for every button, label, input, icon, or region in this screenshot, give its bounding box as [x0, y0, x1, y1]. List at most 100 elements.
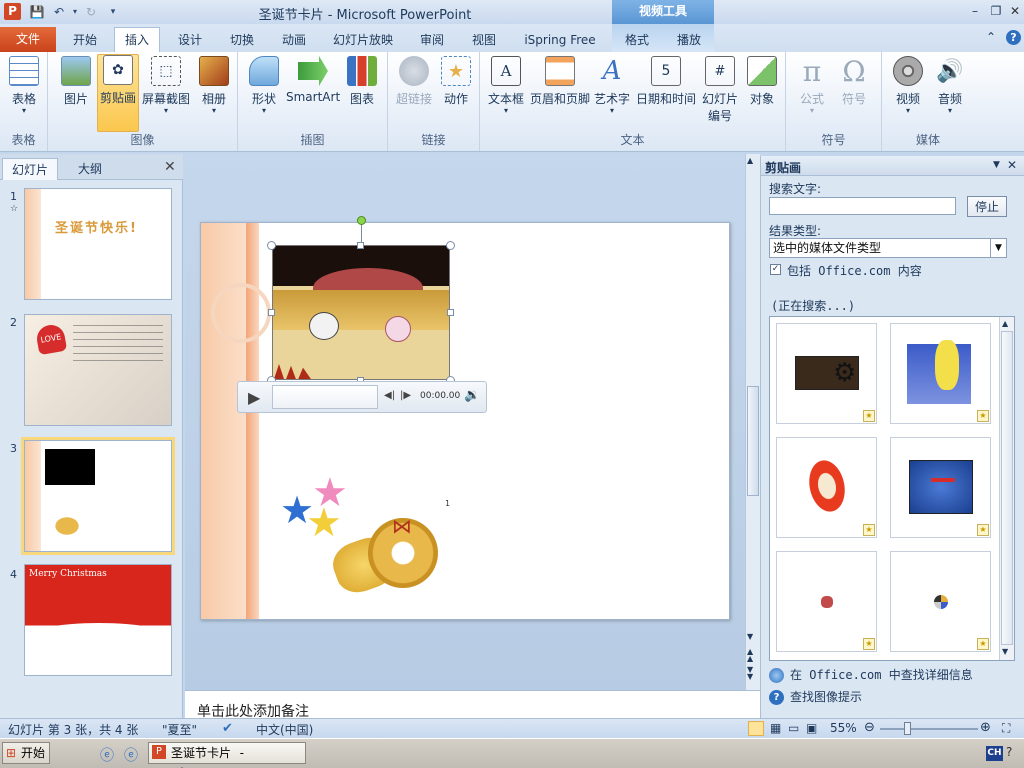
scroll-down-icon[interactable]: ▼ — [747, 632, 753, 641]
tab-design[interactable]: 设计 — [170, 28, 210, 52]
close-button[interactable]: ✕ — [1007, 3, 1023, 19]
tab-ispring[interactable]: iSpring Free — [516, 28, 604, 52]
taskbar-powerpoint-window[interactable]: P 圣诞节卡片 - Micros... — [148, 742, 306, 768]
zoom-in-icon[interactable]: ⊕ — [980, 720, 991, 735]
step-back-icon[interactable]: ◀| — [384, 390, 395, 401]
zoom-slider-thumb[interactable] — [904, 722, 911, 735]
object-button[interactable]: 对象 — [742, 56, 782, 107]
resize-handle-top-left[interactable] — [267, 241, 276, 250]
zoom-slider[interactable] — [880, 728, 978, 730]
play-icon[interactable]: ▶ — [248, 388, 260, 407]
close-pane-icon[interactable]: ✕ — [164, 159, 176, 175]
step-forward-icon[interactable]: |▶ — [400, 390, 411, 401]
spellcheck-icon[interactable]: ✔ — [222, 721, 233, 736]
next-slide-icon[interactable]: ▼ ▼ — [747, 666, 753, 681]
playback-progress-bar[interactable] — [272, 385, 378, 409]
textbox-button[interactable]: A 文本框 ▾ — [484, 56, 528, 115]
help-icon[interactable]: ? — [1006, 30, 1021, 45]
gift-box-clipart[interactable]: ★ ★ ★ ⋈ — [272, 470, 442, 610]
chevron-down-icon[interactable]: ▼ — [990, 239, 1006, 257]
tab-slides[interactable]: 幻灯片 — [2, 158, 58, 180]
symbol-button[interactable]: Ω 符号 — [834, 55, 874, 107]
stop-button[interactable]: 停止 — [967, 196, 1007, 217]
minimize-button[interactable]: – — [967, 3, 983, 19]
resize-handle-left[interactable] — [268, 309, 275, 316]
input-language-indicator[interactable]: CH — [986, 746, 1003, 761]
resize-handle-right[interactable] — [447, 309, 454, 316]
scroll-thumb[interactable] — [1001, 331, 1013, 645]
tab-animations[interactable]: 动画 — [274, 28, 314, 52]
hyperlink-button[interactable]: 超链接 — [392, 56, 436, 107]
include-office-checkbox[interactable]: ✓ — [770, 264, 781, 275]
clipart-result[interactable]: ★ — [890, 551, 991, 652]
clipart-search-input[interactable] — [769, 197, 956, 215]
clipart-result[interactable]: ★ — [776, 551, 877, 652]
tab-view[interactable]: 视图 — [464, 28, 504, 52]
slide-thumbnail-2[interactable]: LOVE — [24, 314, 172, 426]
quicklaunch-ie-icon[interactable]: ⓔ — [124, 745, 138, 765]
action-button[interactable]: ★ 动作 — [436, 56, 476, 107]
screenshot-button[interactable]: ⬚ 屏幕截图 ▾ — [140, 56, 192, 115]
normal-view-icon[interactable] — [748, 721, 764, 736]
album-button[interactable]: 相册 ▾ — [194, 56, 234, 115]
tab-transitions[interactable]: 切换 — [222, 28, 262, 52]
table-button[interactable]: 表格 ▾ — [4, 56, 44, 115]
slide-number-button[interactable]: # 幻灯片 编号 — [698, 56, 742, 124]
slide-thumbnail-4[interactable]: Merry Christmas — [24, 564, 172, 676]
clipart-button[interactable]: ✿ 剪贴画 — [97, 54, 139, 132]
pane-options-icon[interactable]: ▼ — [993, 160, 1000, 170]
tab-slideshow[interactable]: 幻灯片放映 — [326, 28, 400, 52]
tab-format[interactable]: 格式 — [616, 28, 658, 52]
chart-button[interactable]: 图表 — [342, 56, 382, 107]
slide-sorter-icon[interactable]: ▦ — [770, 721, 781, 735]
tab-home[interactable]: 开始 — [64, 28, 106, 52]
clipart-result[interactable]: ⚙ ★ — [776, 323, 877, 424]
tab-file[interactable]: 文件 — [0, 27, 56, 52]
video-button[interactable]: 视频 ▾ — [886, 56, 930, 115]
picture-button[interactable]: 图片 — [56, 56, 96, 107]
zoom-level[interactable]: 55% — [830, 721, 857, 735]
minimize-ribbon-icon[interactable]: ⌃ — [986, 30, 996, 44]
smartart-button[interactable]: SmartArt — [286, 56, 340, 104]
quicklaunch-browser-icon[interactable]: ⓔ — [100, 745, 114, 765]
tab-playback[interactable]: 播放 — [668, 28, 710, 52]
equation-button[interactable]: π 公式 ▾ — [792, 55, 832, 115]
tab-insert[interactable]: 插入 — [114, 27, 160, 52]
notes-pane[interactable]: 单击此处添加备注 — [185, 690, 760, 720]
office-com-link[interactable]: 在 Office.com 中查找详细信息 — [769, 666, 973, 683]
volume-icon[interactable]: 🔉 — [464, 388, 480, 403]
fit-to-window-icon[interactable]: ⛶ — [1002, 721, 1010, 736]
resize-handle-top[interactable] — [357, 242, 364, 249]
canvas-vertical-scrollbar[interactable]: ▲ ▼ ▲ ▲ ▼ ▼ — [745, 154, 760, 690]
slide-thumbnail-3[interactable] — [24, 440, 172, 552]
clipart-result[interactable]: ★ — [890, 437, 991, 538]
shapes-button[interactable]: 形状 ▾ — [244, 56, 284, 115]
reading-view-icon[interactable]: ▭ — [788, 721, 799, 735]
close-pane-icon[interactable]: ✕ — [1007, 158, 1017, 172]
clipart-result[interactable]: ★ — [890, 323, 991, 424]
resize-handle-top-right[interactable] — [446, 241, 455, 250]
audio-button[interactable]: 🔊 音频 ▾ — [930, 56, 970, 115]
tab-outline[interactable]: 大纲 — [66, 158, 114, 180]
scroll-down-icon[interactable]: ▼ — [1002, 647, 1008, 656]
scroll-up-icon[interactable]: ▲ — [747, 156, 753, 165]
restore-button[interactable]: ❐ — [988, 3, 1004, 19]
image-tips-link[interactable]: ? 查找图像提示 — [769, 688, 862, 705]
header-footer-button[interactable]: 页眉和页脚 — [528, 56, 592, 107]
language-status[interactable]: 中文(中国) — [256, 721, 313, 738]
wordart-button[interactable]: A 艺术字 ▾ — [592, 56, 632, 115]
tab-review[interactable]: 审阅 — [412, 28, 452, 52]
rotation-handle[interactable] — [357, 216, 366, 225]
clipart-result[interactable]: ★ — [776, 437, 877, 538]
scroll-thumb[interactable] — [747, 386, 759, 496]
zoom-out-icon[interactable]: ⊖ — [864, 720, 875, 735]
video-object[interactable] — [272, 245, 450, 380]
slideshow-view-icon[interactable]: ▣ — [806, 721, 817, 735]
clipart-results-scrollbar[interactable]: ▲ ▼ — [999, 317, 1014, 660]
datetime-button[interactable]: 5 日期和时间 — [634, 56, 698, 107]
scroll-up-icon[interactable]: ▲ — [1002, 319, 1008, 328]
result-type-select[interactable]: 选中的媒体文件类型 ▼ — [769, 238, 1007, 258]
previous-slide-icon[interactable]: ▲ ▲ — [747, 648, 753, 663]
start-button[interactable]: ⊞ 开始 — [2, 742, 50, 764]
tray-help-icon[interactable]: ? — [1006, 745, 1012, 759]
